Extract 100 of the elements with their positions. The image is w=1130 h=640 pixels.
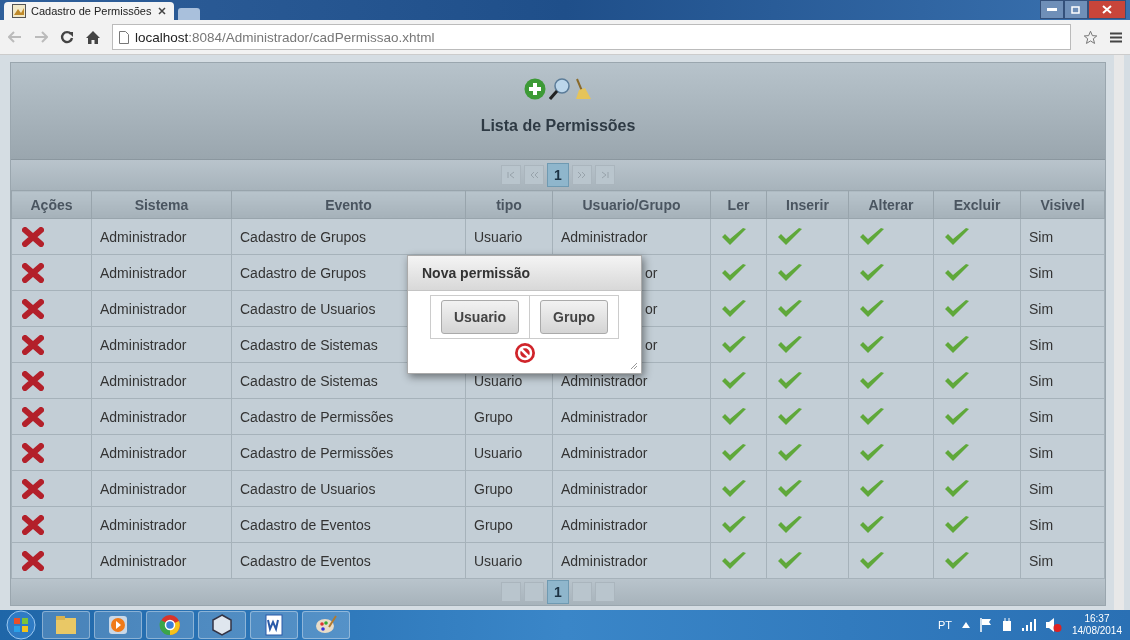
menu-icon[interactable] bbox=[1110, 31, 1122, 43]
delete-icon[interactable] bbox=[22, 550, 44, 571]
table-cell: Grupo bbox=[474, 480, 513, 497]
page-icon bbox=[119, 30, 129, 44]
minimize-icon bbox=[1047, 7, 1057, 12]
cube-icon bbox=[209, 613, 235, 637]
table-cell: Administrador bbox=[561, 444, 648, 461]
paint-app-button[interactable] bbox=[302, 611, 350, 639]
minimize-button[interactable] bbox=[1040, 0, 1064, 19]
close-icon bbox=[1102, 5, 1112, 14]
table-cell: Administrador bbox=[100, 372, 187, 389]
table-cell: Usuario bbox=[474, 444, 523, 461]
table-cell: Sim bbox=[1029, 336, 1054, 353]
column-header[interactable]: tipo bbox=[465, 190, 553, 219]
clock-time[interactable]: 16:37 bbox=[1084, 613, 1110, 625]
cancel-icon[interactable] bbox=[513, 342, 536, 364]
table-cell: Administrador bbox=[561, 480, 648, 497]
table-cell: Sim bbox=[1029, 408, 1054, 425]
column-header[interactable]: Sistema bbox=[91, 190, 232, 219]
table-cell: Administrador bbox=[100, 516, 187, 533]
table-cell: Cadastro de Usuarios bbox=[240, 300, 376, 317]
table-cell: Sim bbox=[1029, 516, 1054, 533]
delete-icon[interactable] bbox=[22, 370, 44, 391]
table-cell: Administrador bbox=[100, 336, 187, 353]
column-header[interactable]: Inserir bbox=[766, 190, 849, 219]
choice-button[interactable]: Usuario bbox=[440, 300, 520, 334]
column-header[interactable]: Ações bbox=[11, 190, 92, 219]
up-arrow-icon[interactable] bbox=[961, 622, 970, 628]
table-cell: Cadastro de Eventos bbox=[240, 552, 371, 569]
cube-app-button[interactable] bbox=[198, 611, 246, 639]
column-header[interactable]: Visivel bbox=[1020, 190, 1105, 219]
delete-icon[interactable] bbox=[22, 442, 44, 463]
volume-muted-icon[interactable] bbox=[1045, 618, 1062, 632]
table-cell: Sim bbox=[1029, 228, 1054, 245]
table-cell: Administrador bbox=[100, 444, 187, 461]
column-header[interactable]: Ler bbox=[710, 190, 767, 219]
signal-icon[interactable] bbox=[1021, 619, 1036, 631]
document-app-button[interactable] bbox=[250, 611, 298, 639]
table-cell: Administrador bbox=[100, 408, 187, 425]
browser-tab[interactable]: Cadastro de Permissões bbox=[4, 2, 174, 20]
table-cell: Administrador bbox=[100, 300, 187, 317]
delete-icon[interactable] bbox=[22, 262, 44, 283]
restore-icon bbox=[1071, 5, 1081, 14]
page-number[interactable]: 1 bbox=[547, 163, 569, 187]
table-cell: Administrador bbox=[100, 480, 187, 497]
folder-icon bbox=[53, 613, 79, 637]
scrollbar[interactable] bbox=[1114, 55, 1124, 610]
table-cell: Cadastro de Permissões bbox=[240, 408, 394, 425]
address-bar[interactable]: localhost:8084/Administrador/cadPermissao.xhtml bbox=[112, 24, 1071, 50]
column-header[interactable]: Excluir bbox=[933, 190, 1021, 219]
table-cell: Usuario bbox=[474, 228, 523, 245]
table-cell: Sim bbox=[1029, 480, 1054, 497]
table-cell: Sim bbox=[1029, 552, 1054, 569]
home-icon[interactable] bbox=[86, 30, 100, 44]
delete-icon[interactable] bbox=[22, 406, 44, 427]
table-cell: Cadastro de Sistemas bbox=[240, 336, 378, 353]
table-cell: Cadastro de Grupos bbox=[240, 228, 367, 245]
table-cell: or bbox=[645, 264, 658, 281]
close-button[interactable] bbox=[1088, 0, 1126, 19]
table-cell: Sim bbox=[1029, 300, 1054, 317]
table-cell: Administrador bbox=[561, 516, 648, 533]
resize-grip-icon[interactable] bbox=[631, 363, 637, 369]
table-cell: Administrador bbox=[100, 228, 187, 245]
browser-icon bbox=[157, 613, 183, 637]
table-cell: Administrador bbox=[100, 264, 187, 281]
power-plug-icon[interactable] bbox=[1001, 618, 1012, 632]
table-cell: Sim bbox=[1029, 372, 1054, 389]
restore-button[interactable] bbox=[1064, 0, 1088, 19]
column-header[interactable]: Alterar bbox=[848, 190, 934, 219]
media-app-button[interactable] bbox=[94, 611, 142, 639]
column-header[interactable]: Usuario/Grupo bbox=[552, 190, 711, 219]
choice-button[interactable]: Grupo bbox=[540, 300, 609, 334]
flag-icon[interactable] bbox=[979, 618, 992, 632]
column-header[interactable]: Evento bbox=[231, 190, 466, 219]
close-icon[interactable] bbox=[158, 7, 166, 15]
page-number[interactable]: 1 bbox=[547, 580, 569, 604]
image-icon bbox=[12, 4, 26, 18]
table-cell: Cadastro de Sistemas bbox=[240, 372, 378, 389]
browser-app-button[interactable] bbox=[146, 611, 194, 639]
table-cell: Administrador bbox=[561, 408, 648, 425]
table-cell: Cadastro de Eventos bbox=[240, 516, 371, 533]
add-icon[interactable] bbox=[524, 78, 546, 100]
delete-icon[interactable] bbox=[22, 298, 44, 319]
table-cell: Administrador bbox=[561, 372, 648, 389]
delete-icon[interactable] bbox=[22, 334, 44, 355]
search-icon[interactable] bbox=[549, 78, 571, 100]
reload-icon[interactable] bbox=[60, 30, 74, 44]
table-cell: or bbox=[645, 300, 658, 317]
language-indicator[interactable]: PT bbox=[937, 619, 952, 631]
delete-icon[interactable] bbox=[22, 478, 44, 499]
delete-icon[interactable] bbox=[22, 226, 44, 247]
start-button[interactable] bbox=[4, 610, 38, 640]
folder-app-button[interactable] bbox=[42, 611, 90, 639]
delete-icon[interactable] bbox=[22, 514, 44, 535]
star-icon[interactable] bbox=[1083, 29, 1098, 45]
table-cell: Grupo bbox=[474, 516, 513, 533]
table-cell: Cadastro de Permissões bbox=[240, 444, 394, 461]
clock-date[interactable]: 14/08/2014 bbox=[1071, 625, 1122, 637]
table-cell: Sim bbox=[1029, 264, 1054, 281]
dialog-title: Nova permissão bbox=[408, 256, 641, 291]
